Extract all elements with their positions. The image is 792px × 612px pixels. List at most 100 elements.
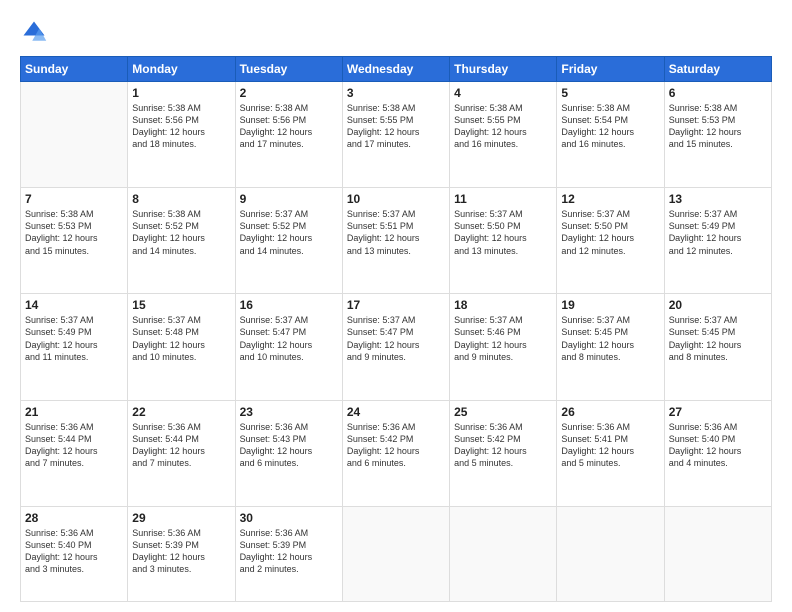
calendar-day-cell: 21 Sunrise: 5:36 AM Sunset: 5:44 PM Dayli…	[21, 400, 128, 506]
weekday-header-monday: Monday	[128, 57, 235, 82]
calendar-day-cell: 10 Sunrise: 5:37 AM Sunset: 5:51 PM Dayli…	[342, 188, 449, 294]
day-info: Sunrise: 5:37 AM Sunset: 5:49 PM Dayligh…	[669, 208, 767, 257]
day-number: 26	[561, 405, 659, 419]
day-info: Sunrise: 5:37 AM Sunset: 5:46 PM Dayligh…	[454, 314, 552, 363]
day-info: Sunrise: 5:38 AM Sunset: 5:56 PM Dayligh…	[240, 102, 338, 151]
day-number: 6	[669, 86, 767, 100]
day-number: 13	[669, 192, 767, 206]
day-info: Sunrise: 5:37 AM Sunset: 5:49 PM Dayligh…	[25, 314, 123, 363]
logo	[20, 18, 52, 46]
weekday-header-thursday: Thursday	[450, 57, 557, 82]
day-info: Sunrise: 5:36 AM Sunset: 5:42 PM Dayligh…	[454, 421, 552, 470]
day-number: 8	[132, 192, 230, 206]
day-number: 19	[561, 298, 659, 312]
calendar-day-cell: 25 Sunrise: 5:36 AM Sunset: 5:42 PM Dayli…	[450, 400, 557, 506]
day-info: Sunrise: 5:37 AM Sunset: 5:45 PM Dayligh…	[669, 314, 767, 363]
calendar-day-cell: 27Sunrise: 5:36 AM Sunset: 5:40 PM Dayli…	[664, 400, 771, 506]
weekday-header-saturday: Saturday	[664, 57, 771, 82]
day-number: 29	[132, 511, 230, 525]
day-info: Sunrise: 5:37 AM Sunset: 5:50 PM Dayligh…	[561, 208, 659, 257]
day-number: 28	[25, 511, 123, 525]
day-number: 1	[132, 86, 230, 100]
day-info: Sunrise: 5:37 AM Sunset: 5:50 PM Dayligh…	[454, 208, 552, 257]
day-info: Sunrise: 5:36 AM Sunset: 5:40 PM Dayligh…	[25, 527, 123, 576]
calendar-day-cell: 5 Sunrise: 5:38 AM Sunset: 5:54 PM Daylig…	[557, 82, 664, 188]
day-number: 2	[240, 86, 338, 100]
day-info: Sunrise: 5:38 AM Sunset: 5:53 PM Dayligh…	[25, 208, 123, 257]
day-number: 14	[25, 298, 123, 312]
day-info: Sunrise: 5:36 AM Sunset: 5:44 PM Dayligh…	[25, 421, 123, 470]
calendar-day-cell: 22Sunrise: 5:36 AM Sunset: 5:44 PM Dayli…	[128, 400, 235, 506]
calendar-day-cell: 28 Sunrise: 5:36 AM Sunset: 5:40 PM Dayli…	[21, 506, 128, 601]
calendar-day-cell: 24Sunrise: 5:36 AM Sunset: 5:42 PM Dayli…	[342, 400, 449, 506]
day-number: 4	[454, 86, 552, 100]
calendar-day-cell: 19 Sunrise: 5:37 AM Sunset: 5:45 PM Dayli…	[557, 294, 664, 400]
day-info: Sunrise: 5:38 AM Sunset: 5:56 PM Dayligh…	[132, 102, 230, 151]
calendar-day-cell	[664, 506, 771, 601]
calendar-day-cell: 3Sunrise: 5:38 AM Sunset: 5:55 PM Daylig…	[342, 82, 449, 188]
calendar-day-cell: 4 Sunrise: 5:38 AM Sunset: 5:55 PM Daylig…	[450, 82, 557, 188]
day-info: Sunrise: 5:38 AM Sunset: 5:55 PM Dayligh…	[454, 102, 552, 151]
day-number: 23	[240, 405, 338, 419]
day-info: Sunrise: 5:38 AM Sunset: 5:53 PM Dayligh…	[669, 102, 767, 151]
calendar-day-cell: 23 Sunrise: 5:36 AM Sunset: 5:43 PM Dayli…	[235, 400, 342, 506]
calendar-day-cell	[450, 506, 557, 601]
day-info: Sunrise: 5:37 AM Sunset: 5:52 PM Dayligh…	[240, 208, 338, 257]
calendar-week-row: 21 Sunrise: 5:36 AM Sunset: 5:44 PM Dayli…	[21, 400, 772, 506]
day-number: 27	[669, 405, 767, 419]
calendar-day-cell: 7 Sunrise: 5:38 AM Sunset: 5:53 PM Daylig…	[21, 188, 128, 294]
day-info: Sunrise: 5:37 AM Sunset: 5:47 PM Dayligh…	[240, 314, 338, 363]
day-number: 20	[669, 298, 767, 312]
calendar-day-cell: 20 Sunrise: 5:37 AM Sunset: 5:45 PM Dayli…	[664, 294, 771, 400]
calendar-day-cell: 11 Sunrise: 5:37 AM Sunset: 5:50 PM Dayli…	[450, 188, 557, 294]
day-info: Sunrise: 5:36 AM Sunset: 5:42 PM Dayligh…	[347, 421, 445, 470]
calendar-day-cell: 30Sunrise: 5:36 AM Sunset: 5:39 PM Dayli…	[235, 506, 342, 601]
day-info: Sunrise: 5:37 AM Sunset: 5:45 PM Dayligh…	[561, 314, 659, 363]
day-info: Sunrise: 5:36 AM Sunset: 5:41 PM Dayligh…	[561, 421, 659, 470]
day-number: 10	[347, 192, 445, 206]
calendar-day-cell	[557, 506, 664, 601]
day-info: Sunrise: 5:37 AM Sunset: 5:48 PM Dayligh…	[132, 314, 230, 363]
calendar-day-cell: 15 Sunrise: 5:37 AM Sunset: 5:48 PM Dayli…	[128, 294, 235, 400]
day-info: Sunrise: 5:37 AM Sunset: 5:51 PM Dayligh…	[347, 208, 445, 257]
calendar-day-cell: 2 Sunrise: 5:38 AM Sunset: 5:56 PM Daylig…	[235, 82, 342, 188]
calendar-day-cell: 6 Sunrise: 5:38 AM Sunset: 5:53 PM Daylig…	[664, 82, 771, 188]
day-info: Sunrise: 5:38 AM Sunset: 5:54 PM Dayligh…	[561, 102, 659, 151]
calendar-week-row: 1 Sunrise: 5:38 AM Sunset: 5:56 PM Daylig…	[21, 82, 772, 188]
calendar-day-cell: 29 Sunrise: 5:36 AM Sunset: 5:39 PM Dayli…	[128, 506, 235, 601]
calendar-header-row: SundayMondayTuesdayWednesdayThursdayFrid…	[21, 57, 772, 82]
day-number: 11	[454, 192, 552, 206]
calendar-day-cell	[342, 506, 449, 601]
calendar-week-row: 14 Sunrise: 5:37 AM Sunset: 5:49 PM Dayli…	[21, 294, 772, 400]
calendar-day-cell	[21, 82, 128, 188]
calendar-day-cell: 26 Sunrise: 5:36 AM Sunset: 5:41 PM Dayli…	[557, 400, 664, 506]
day-number: 22	[132, 405, 230, 419]
day-number: 7	[25, 192, 123, 206]
day-number: 16	[240, 298, 338, 312]
weekday-header-sunday: Sunday	[21, 57, 128, 82]
calendar-day-cell: 12 Sunrise: 5:37 AM Sunset: 5:50 PM Dayli…	[557, 188, 664, 294]
calendar-day-cell: 8Sunrise: 5:38 AM Sunset: 5:52 PM Daylig…	[128, 188, 235, 294]
day-info: Sunrise: 5:36 AM Sunset: 5:39 PM Dayligh…	[240, 527, 338, 576]
weekday-header-tuesday: Tuesday	[235, 57, 342, 82]
header	[20, 18, 772, 46]
day-number: 25	[454, 405, 552, 419]
page: SundayMondayTuesdayWednesdayThursdayFrid…	[0, 0, 792, 612]
calendar-day-cell: 9 Sunrise: 5:37 AM Sunset: 5:52 PM Daylig…	[235, 188, 342, 294]
calendar-day-cell: 1 Sunrise: 5:38 AM Sunset: 5:56 PM Daylig…	[128, 82, 235, 188]
day-number: 5	[561, 86, 659, 100]
day-number: 9	[240, 192, 338, 206]
logo-icon	[20, 18, 48, 46]
day-number: 21	[25, 405, 123, 419]
calendar-day-cell: 13 Sunrise: 5:37 AM Sunset: 5:49 PM Dayli…	[664, 188, 771, 294]
calendar-week-row: 28 Sunrise: 5:36 AM Sunset: 5:40 PM Dayli…	[21, 506, 772, 601]
weekday-header-wednesday: Wednesday	[342, 57, 449, 82]
day-info: Sunrise: 5:36 AM Sunset: 5:39 PM Dayligh…	[132, 527, 230, 576]
day-number: 15	[132, 298, 230, 312]
day-number: 3	[347, 86, 445, 100]
weekday-header-friday: Friday	[557, 57, 664, 82]
calendar-week-row: 7 Sunrise: 5:38 AM Sunset: 5:53 PM Daylig…	[21, 188, 772, 294]
calendar-day-cell: 16 Sunrise: 5:37 AM Sunset: 5:47 PM Dayli…	[235, 294, 342, 400]
day-info: Sunrise: 5:36 AM Sunset: 5:43 PM Dayligh…	[240, 421, 338, 470]
day-number: 12	[561, 192, 659, 206]
